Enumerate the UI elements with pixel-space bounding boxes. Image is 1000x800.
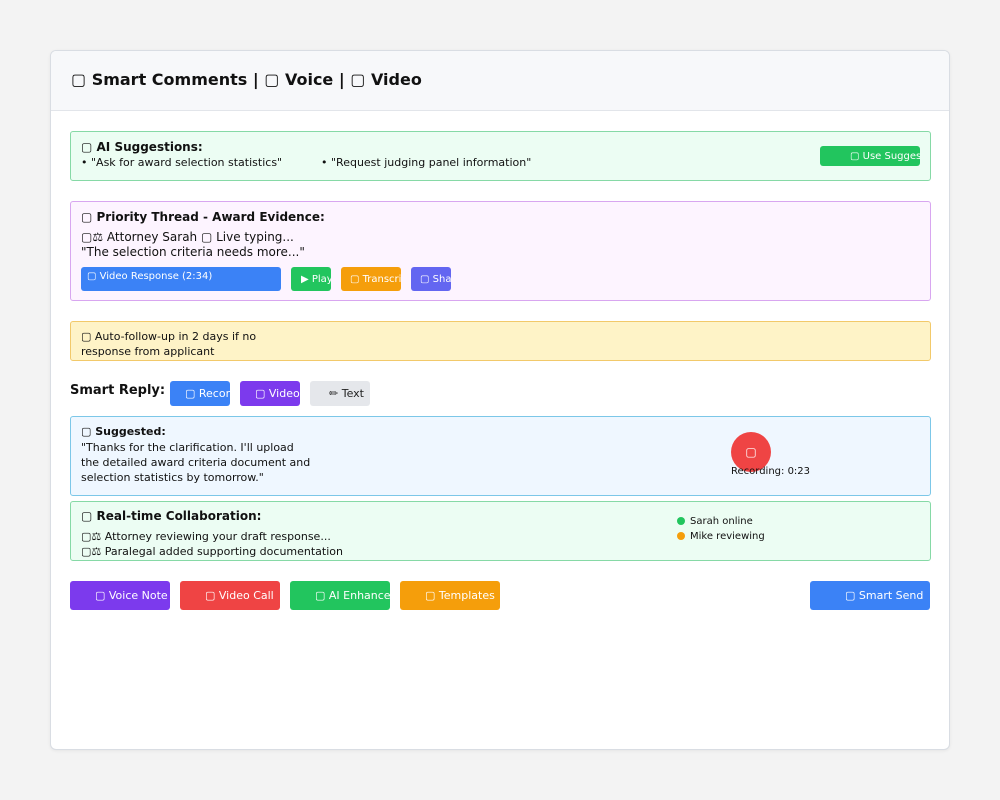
presence-mike: Mike reviewing [690, 531, 765, 542]
priority-thread-panel: ▢ Priority Thread - Award Evidence: ▢⚖ A… [70, 201, 931, 301]
suggested-line-1[interactable]: "Thanks for the clarification. I'll uplo… [81, 441, 294, 454]
smart-send-button[interactable]: ▢ Smart Send [810, 581, 930, 610]
presence-dot-online [677, 517, 685, 525]
ai-suggestions-title: ▢ AI Suggestions: [81, 140, 203, 154]
play-button[interactable]: ▶ Play [291, 267, 331, 291]
ai-enhance-label: ▢ AI Enhance [315, 589, 390, 602]
share-button[interactable]: ▢ Share [411, 267, 451, 291]
use-suggestion-label: ▢ Use Suggestion [850, 150, 920, 162]
smart-reply-label: Smart Reply: [70, 383, 166, 398]
recording-status: Recording: 0:23 [731, 466, 811, 477]
suggested-line-2[interactable]: the detailed award criteria document and [81, 456, 310, 469]
auto-followup-panel: ▢ Auto-follow-up in 2 days if no respons… [70, 321, 931, 361]
suggested-line-3[interactable]: selection statistics by tomorrow." [81, 471, 264, 484]
presence-sarah: Sarah online [690, 516, 753, 527]
collaboration-activity: ▢⚖ Paralegal added supporting documentat… [81, 545, 343, 558]
priority-thread-title: ▢ Priority Thread - Award Evidence: [81, 210, 325, 224]
ai-suggestions-panel: ▢ AI Suggestions: • "Ask for award selec… [70, 131, 931, 181]
followup-line-1: ▢ Auto-follow-up in 2 days if no [81, 330, 257, 343]
collaboration-activity: ▢⚖ Attorney reviewing your draft respons… [81, 530, 331, 543]
text-reply-label: ✏ Text [329, 387, 364, 400]
transcript-button[interactable]: ▢ Transcript [341, 267, 401, 291]
presence-dot-reviewing [677, 532, 685, 540]
use-suggestion-button[interactable]: ▢ Use Suggestion [820, 146, 920, 166]
templates-button[interactable]: ▢ Templates [400, 581, 500, 610]
record-button[interactable]: ▢ Record [170, 381, 230, 406]
suggested-reply-panel: ▢ Suggested: "Thanks for the clarificati… [70, 416, 931, 496]
suggestion-item[interactable]: • "Request judging panel information" [321, 156, 531, 169]
voice-note-button[interactable]: ▢ Voice Note [70, 581, 170, 610]
followup-line-2: response from applicant [81, 345, 215, 358]
video-response-label: ▢ Video Response (2:34) [87, 271, 213, 282]
smart-send-label: ▢ Smart Send [845, 589, 924, 602]
record-label: ▢ Record [185, 387, 230, 400]
ai-enhance-button[interactable]: ▢ AI Enhance [290, 581, 390, 610]
page-title: ▢ Smart Comments | ▢ Voice | ▢ Video [71, 70, 422, 89]
thread-quote: "The selection criteria needs more..." [81, 245, 305, 259]
video-call-label: ▢ Video Call [205, 589, 274, 602]
video-call-button[interactable]: ▢ Video Call [180, 581, 280, 610]
video-reply-button[interactable]: ▢ Video [240, 381, 300, 406]
suggestion-item[interactable]: • "Ask for award selection statistics" [81, 156, 282, 169]
voice-note-label: ▢ Voice Note [95, 589, 168, 602]
smart-comments-card: ▢ Smart Comments | ▢ Voice | ▢ Video ▢ A… [50, 50, 950, 750]
collaboration-title: ▢ Real-time Collaboration: [81, 509, 262, 523]
text-reply-button[interactable]: ✏ Text [310, 381, 370, 406]
play-label: ▶ Play [301, 273, 331, 285]
record-icon: ▢ [745, 445, 757, 459]
collaboration-panel: ▢ Real-time Collaboration: ▢⚖ Attorney r… [70, 501, 931, 561]
suggested-title: ▢ Suggested: [81, 425, 166, 438]
thread-author-line: ▢⚖ Attorney Sarah ▢ Live typing... [81, 230, 294, 244]
video-response-button[interactable]: ▢ Video Response (2:34) [81, 267, 281, 291]
video-reply-label: ▢ Video [255, 387, 300, 400]
header: ▢ Smart Comments | ▢ Voice | ▢ Video [51, 51, 949, 111]
templates-label: ▢ Templates [425, 589, 495, 602]
transcript-label: ▢ Transcript [350, 273, 401, 285]
share-label: ▢ Share [420, 273, 451, 285]
